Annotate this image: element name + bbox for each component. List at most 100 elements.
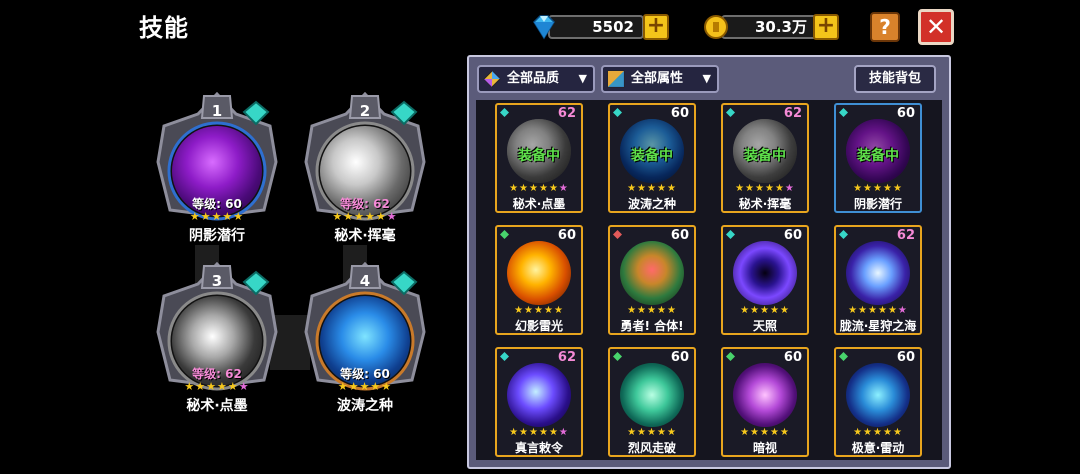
- skill-stars: ★★★★★: [610, 305, 694, 316]
- star-rating-gold: ★★★★★: [853, 427, 903, 438]
- skill-stars: ★★★★★: [610, 183, 694, 194]
- skill-art-icon: [507, 363, 571, 427]
- skill-level: 62: [783, 106, 802, 121]
- skill-name: 真言敕令: [514, 441, 563, 455]
- star-rating-bonus: ★: [558, 427, 569, 438]
- slot-stars: ★★★★★★: [300, 211, 430, 223]
- skill-name: 暗视: [752, 441, 777, 455]
- star-rating-gold: ★★★★★: [184, 380, 239, 393]
- skill-name: 波涛之种: [627, 197, 676, 211]
- slot-number: 3: [211, 272, 223, 290]
- star-rating-gold: ★★★★★: [514, 305, 564, 316]
- skill-stars: ★★★★★★: [836, 305, 920, 316]
- rarity-gem-icon: [726, 230, 735, 239]
- skill-card[interactable]: 60 ★★★★★ 暗视: [721, 347, 809, 457]
- close-button[interactable]: ✕: [918, 9, 954, 45]
- equipped-label: 装备中: [518, 148, 560, 164]
- skill-level: 60: [896, 350, 915, 365]
- slot-stars: ★★★★★: [300, 381, 430, 393]
- star-rating-bonus: ★: [238, 380, 250, 393]
- rarity-gem-icon: [726, 352, 735, 361]
- gold-amount: 30.3万: [721, 15, 817, 39]
- skill-art-icon: [733, 363, 797, 427]
- skill-level: 62: [896, 228, 915, 243]
- star-rating-gold: ★★★★★: [189, 210, 245, 223]
- attribute-filter-dropdown[interactable]: 全部属性 ▼: [601, 65, 719, 93]
- rarity-gem-icon: [500, 108, 509, 117]
- star-rating-gold: ★★★★★: [853, 183, 903, 194]
- skill-stars: ★★★★★: [723, 427, 807, 438]
- equipped-skill-slot-2[interactable]: 2 等级: 62 ★★★★★★ 秘术·挥毫: [300, 92, 430, 252]
- skill-level: 60: [896, 106, 915, 121]
- diamond-icon: [533, 15, 555, 40]
- rarity-gem-icon: [500, 230, 509, 239]
- star-rating-gold: ★★★★★: [740, 427, 790, 438]
- help-button[interactable]: ?: [870, 12, 900, 42]
- equipped-label: 装备中: [631, 148, 673, 164]
- skill-level: 60: [783, 350, 802, 365]
- slot-skill-name: 秘术·点墨: [186, 398, 248, 414]
- rarity-gem-icon: [613, 230, 622, 239]
- slot-skill-name: 波涛之种: [337, 398, 393, 414]
- skill-card[interactable]: 60 ★★★★★ 天照: [721, 225, 809, 335]
- skill-art-icon: [733, 241, 797, 305]
- skill-inventory-panel: 全部品质 ▼ 全部属性 ▼ 技能背包 62 装备中 ★★★★★★ 秘术·点墨 6…: [467, 55, 951, 469]
- page-title: 技能: [139, 14, 189, 42]
- equipped-skill-slot-3[interactable]: 3 等级: 62 ★★★★★★ 秘术·点墨: [152, 262, 282, 422]
- skill-card[interactable]: 60 装备中 ★★★★★ 阴影潜行: [834, 103, 922, 213]
- star-rating-gold: ★★★★★: [509, 427, 559, 438]
- attribute-icon: [607, 70, 625, 88]
- skill-card[interactable]: 62 ★★★★★★ 胧流·星狩之海: [834, 225, 922, 335]
- skill-level: 60: [670, 350, 689, 365]
- gold-currency: 30.3万 +: [703, 12, 843, 42]
- rarity-gem-icon: [726, 108, 735, 117]
- rarity-gem-icon: [613, 108, 622, 117]
- skill-name: 阴影潜行: [853, 197, 902, 211]
- slot-number: 2: [359, 102, 371, 120]
- skill-name: 天照: [752, 319, 777, 333]
- rarity-gem-icon: [839, 230, 848, 239]
- slot-skill-name: 秘术·挥毫: [334, 228, 396, 244]
- skill-stars: ★★★★★★: [497, 427, 581, 438]
- skill-level: 62: [557, 106, 576, 121]
- skill-card[interactable]: 60 ★★★★★ 勇者! 合体!: [608, 225, 696, 335]
- star-rating-bonus: ★: [897, 305, 908, 316]
- skill-level: 60: [783, 228, 802, 243]
- skill-card[interactable]: 62 装备中 ★★★★★★ 秘术·挥毫: [721, 103, 809, 213]
- star-rating-gold: ★★★★★: [332, 210, 387, 223]
- skill-name: 秘术·点墨: [512, 197, 566, 211]
- skill-name: 胧流·星狩之海: [839, 319, 917, 333]
- chevron-down-icon: ▼: [578, 72, 587, 85]
- slot-number: 4: [359, 272, 371, 290]
- quality-filter-dropdown[interactable]: 全部品质 ▼: [477, 65, 595, 93]
- skill-card[interactable]: 62 装备中 ★★★★★★ 秘术·点墨: [495, 103, 583, 213]
- skill-level: 60: [557, 228, 576, 243]
- skill-card[interactable]: 60 ★★★★★ 烈风走破: [608, 347, 696, 457]
- skill-card[interactable]: 60 装备中 ★★★★★ 波涛之种: [608, 103, 696, 213]
- slot-number: 1: [211, 102, 223, 120]
- star-rating-gold: ★★★★★: [627, 183, 677, 194]
- skill-stars: ★★★★★: [723, 305, 807, 316]
- star-rating-bonus: ★: [558, 183, 569, 194]
- equipped-skill-slot-4[interactable]: 4 等级: 60 ★★★★★ 波涛之种: [300, 262, 430, 422]
- chevron-down-icon: ▼: [702, 72, 711, 85]
- skill-bag-button[interactable]: 技能背包: [854, 65, 936, 93]
- slot-skill-name: 阴影潜行: [189, 228, 245, 244]
- skill-card[interactable]: 60 ★★★★★ 幻影雷光: [495, 225, 583, 335]
- skill-card[interactable]: 60 ★★★★★ 极意·雷动: [834, 347, 922, 457]
- star-rating-gold: ★★★★★: [848, 305, 898, 316]
- skill-card[interactable]: 62 ★★★★★★ 真言敕令: [495, 347, 583, 457]
- add-gold-button[interactable]: +: [813, 14, 839, 40]
- quality-filter-label: 全部品质: [507, 71, 560, 86]
- skill-stars: ★★★★★★: [497, 183, 581, 194]
- add-gems-button[interactable]: +: [643, 14, 669, 40]
- gem-amount: 5502: [548, 15, 644, 39]
- equipped-skill-slot-1[interactable]: 1 等级: 60 ★★★★★ 阴影潜行: [152, 92, 282, 252]
- skill-art-icon: [620, 241, 684, 305]
- skill-level: 62: [557, 350, 576, 365]
- skill-art-icon: [507, 241, 571, 305]
- quality-gem-icon: [483, 70, 501, 88]
- star-rating-gold: ★★★★★: [337, 380, 393, 393]
- skill-name: 极意·雷动: [851, 441, 905, 455]
- star-rating-bonus: ★: [386, 210, 398, 223]
